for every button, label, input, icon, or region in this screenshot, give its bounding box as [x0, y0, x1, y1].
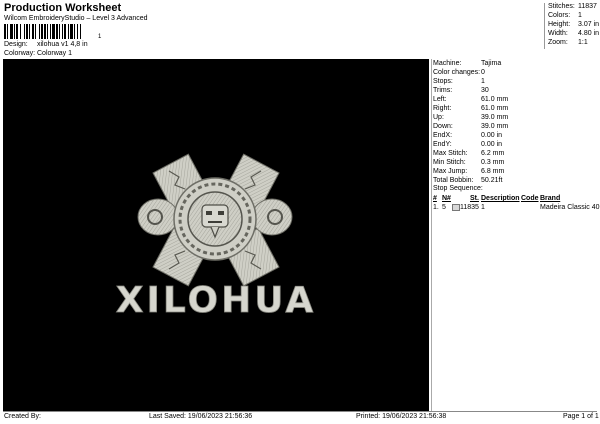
info-stops: Stops: 1 — [433, 78, 485, 85]
info-min-stitch: Min Stitch: 0.3 mm — [433, 159, 505, 166]
design-label: Design: — [4, 41, 28, 48]
col-code: Code — [521, 195, 539, 202]
table-row: 1. 5 11835 1 Madeira Classic 40 — [433, 204, 600, 211]
stat-width: Width: 4.80 in — [548, 30, 600, 37]
design-preview: XILOHUA — [3, 59, 429, 411]
design-wordmark: XILOHUA — [116, 280, 317, 321]
thread-color-swatch — [452, 204, 460, 211]
stop-sequence-title: Stop Sequence: — [433, 185, 483, 192]
barcode-bar — [81, 24, 82, 39]
info-max-jump: Max Jump: 6.8 mm — [433, 168, 505, 175]
barcode — [4, 24, 138, 39]
worksheet-page: Production Worksheet Wilcom EmbroiderySt… — [0, 0, 600, 424]
page-number: Page 1 of 1 — [563, 413, 599, 420]
colorway-value: Colorway 1 — [37, 50, 73, 57]
info-trims: Trims: 30 — [433, 87, 489, 94]
stat-zoom: Zoom: 1:1 — [548, 39, 588, 46]
info-left: Left: 61.0 mm — [433, 96, 509, 103]
design-value: xilohua v1 4,8 in — [37, 41, 88, 48]
col-stitches: St. — [470, 195, 479, 202]
colorway-row: Colorway: Colorway 1 — [4, 50, 72, 57]
col-index: # — [433, 195, 437, 202]
embroidery-design: XILOHUA — [115, 153, 317, 321]
machine-info-panel: Machine: Tajima Color changes:0 Stops: 1 T… — [431, 59, 600, 411]
info-up: Up: 39.0 mm — [433, 114, 509, 121]
design-row: Design: xilohua v1 4,8 in — [4, 41, 88, 48]
stat-stitches: Stitches: 11837 — [548, 3, 597, 10]
stat-height: Height: 3.07 in — [548, 21, 600, 28]
worksheet-footer: Created By: Last Saved: 19/06/2023 21:56… — [3, 411, 599, 422]
info-color-changes: Color changes:0 — [433, 69, 485, 76]
stats-box: Stitches: 11837 Colors: 1 Height: 3.07 in W… — [544, 3, 600, 49]
col-description: Description — [481, 195, 520, 202]
info-right: Right: 61.0 mm — [433, 105, 509, 112]
printed-date: Printed: 19/06/2023 21:56:38 — [356, 413, 447, 420]
info-machine: Machine: Tajima — [433, 60, 502, 67]
col-needle: N# — [442, 195, 451, 202]
info-endx: EndX: 0.00 in — [433, 132, 503, 139]
colorway-label: Colorway: — [4, 50, 36, 57]
barcode-number: 1 — [97, 33, 103, 41]
info-total-bobbin: Total Bobbin: 50.21ft — [433, 177, 503, 184]
info-endy: EndY: 0.00 in — [433, 141, 503, 148]
created-by: Created By: — [4, 413, 41, 420]
info-down: Down: 39.0 mm — [433, 123, 509, 130]
col-brand: Brand — [540, 195, 561, 202]
aztec-sun-emblem — [137, 153, 293, 287]
info-max-stitch: Max Stitch: 6.2 mm — [433, 150, 505, 157]
stat-colors: Colors: 1 — [548, 12, 582, 19]
last-saved: Last Saved: 19/06/2023 21:56:36 — [149, 413, 253, 420]
software-name: Wilcom EmbroideryStudio – Level 3 Advanc… — [4, 15, 148, 22]
worksheet-title: Production Worksheet — [4, 2, 122, 14]
